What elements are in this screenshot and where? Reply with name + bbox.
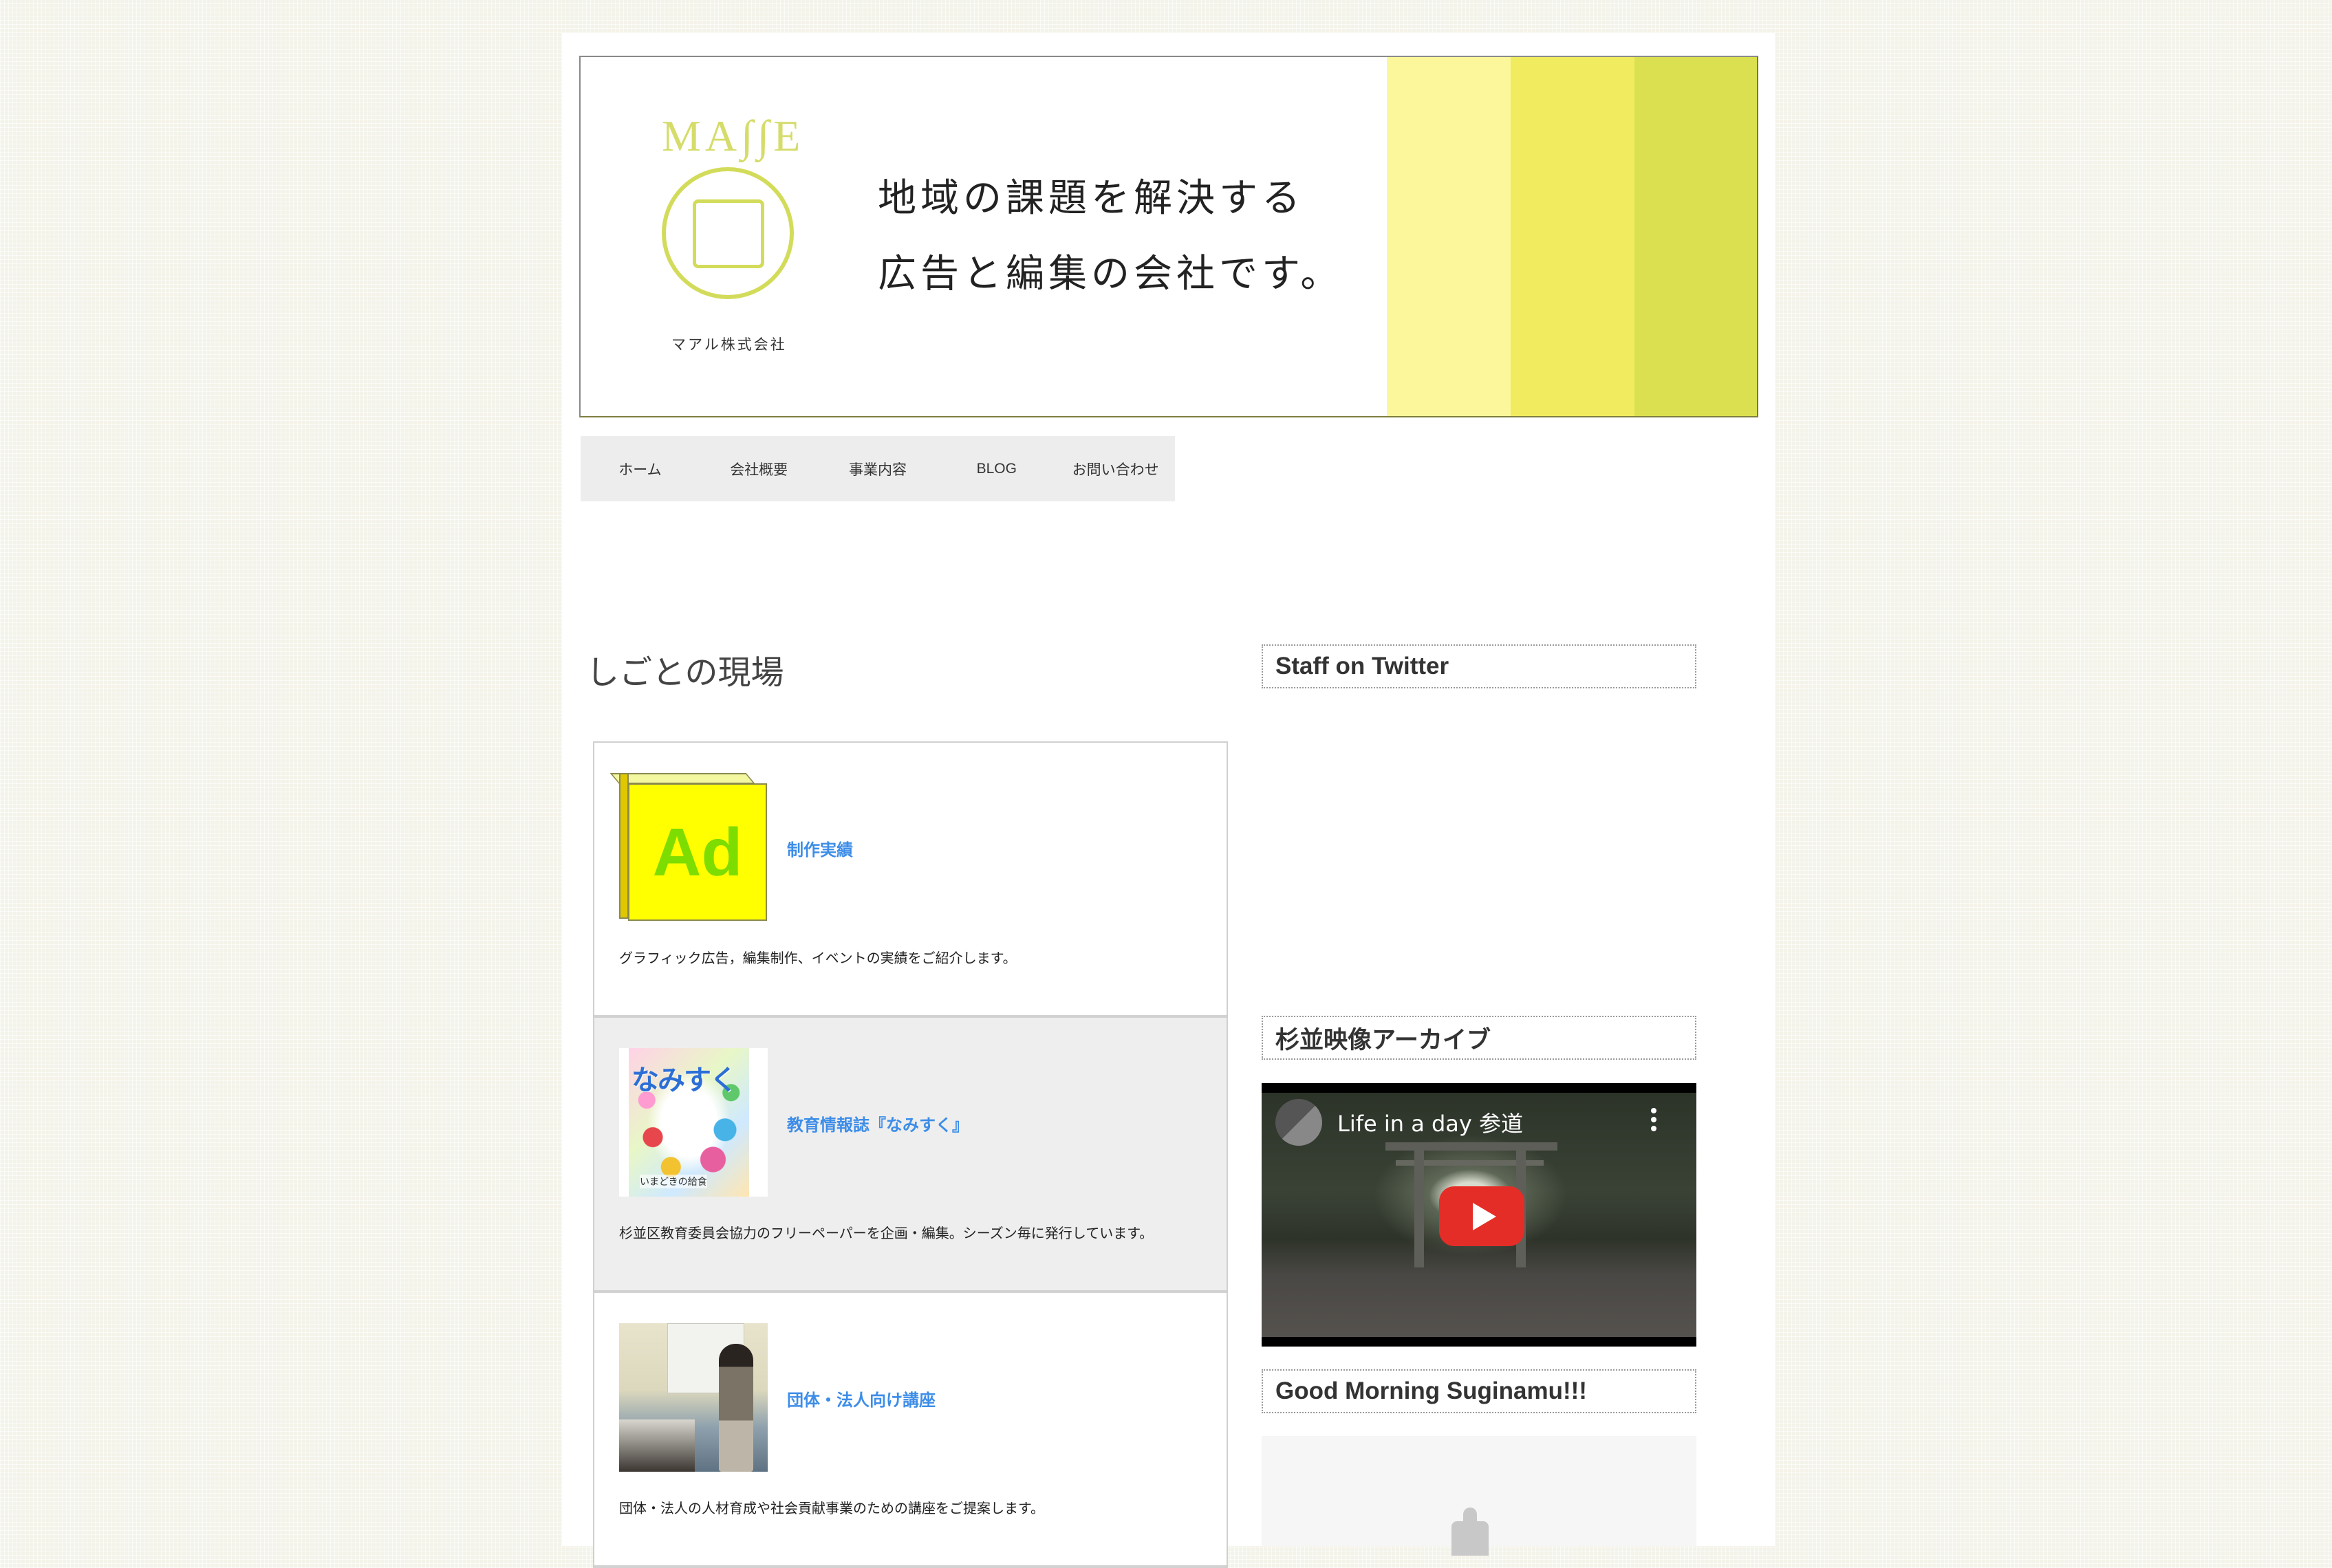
card-title-link[interactable]: 団体・法人向け講座 bbox=[787, 1386, 936, 1411]
ad-book-top bbox=[609, 773, 755, 784]
lecturer bbox=[719, 1344, 753, 1472]
ad-book-label: Ad bbox=[628, 783, 767, 921]
card-thumbnail[interactable] bbox=[619, 1323, 768, 1472]
work-card-list: Ad 制作実績 グラフィック広告，編集制作、イベントの実績をご紹介します。 なみ… bbox=[593, 741, 1228, 1568]
banner-stripe-medium bbox=[1511, 57, 1634, 416]
magazine-cover-image: なみすく いまどきの給食 bbox=[619, 1048, 768, 1197]
cover-title: なみすく bbox=[631, 1065, 737, 1096]
torii-pillar bbox=[1414, 1151, 1424, 1267]
more-options-icon[interactable] bbox=[1651, 1108, 1656, 1131]
card-title-link[interactable]: 教育情報誌『なみすく』 bbox=[787, 1111, 969, 1135]
main-nav: ホーム 会社概要 事業内容 BLOG お問い合わせ bbox=[581, 436, 1175, 501]
nav-item-blog[interactable]: BLOG bbox=[937, 436, 1056, 501]
ad-book-spine bbox=[619, 773, 629, 919]
section-title: しごとの現場 bbox=[586, 653, 784, 692]
nav-item-home[interactable]: ホーム bbox=[581, 436, 700, 501]
youtube-video-embed[interactable]: Life in a day 参道 bbox=[1262, 1083, 1696, 1347]
tagline-line-1: 地域の課題を解決する bbox=[878, 176, 1304, 221]
card-description: 杉並区教育委員会協力のフリーペーパーを企画・編集。シーズン毎に発行しています。 bbox=[619, 1226, 1154, 1241]
work-card: 団体・法人向け講座 団体・法人の人材育成や社会貢献事業のための講座をご提案します… bbox=[594, 1293, 1227, 1568]
cover-feature: いまどきの給食 bbox=[640, 1175, 707, 1188]
video-title[interactable]: Life in a day 参道 bbox=[1337, 1107, 1523, 1138]
work-card: Ad 制作実績 グラフィック広告，編集制作、イベントの実績をご紹介します。 bbox=[594, 743, 1227, 1018]
widget-title-good-morning: Good Morning Suginamu!!! bbox=[1262, 1369, 1696, 1413]
ad-book-icon: Ad bbox=[609, 773, 768, 922]
nav-item-company[interactable]: 会社概要 bbox=[700, 436, 819, 501]
logo-square-icon bbox=[693, 199, 764, 268]
desk bbox=[619, 1419, 695, 1472]
channel-avatar[interactable] bbox=[1275, 1099, 1322, 1146]
lecture-photo bbox=[619, 1323, 768, 1472]
logo-wordmark: MA∫∫E bbox=[662, 111, 805, 160]
work-card: なみすく いまどきの給食 教育情報誌『なみすく』 杉並区教育委員会協力のフリーペ… bbox=[594, 1018, 1227, 1293]
widget-title-video-archive: 杉並映像アーカイブ bbox=[1262, 1016, 1696, 1060]
play-button-icon[interactable] bbox=[1439, 1186, 1524, 1246]
torii-beam bbox=[1385, 1142, 1557, 1151]
banner-stripe-dark bbox=[1634, 57, 1757, 416]
logo-company-name: マアル株式会社 bbox=[671, 337, 787, 353]
nav-item-contact[interactable]: お問い合わせ bbox=[1056, 436, 1175, 501]
widget-title-twitter: Staff on Twitter bbox=[1262, 644, 1696, 688]
puzzle-piece-icon bbox=[1451, 1507, 1489, 1556]
banner-stripe-light bbox=[1387, 57, 1511, 416]
header-banner[interactable]: MA∫∫E マアル株式会社 地域の課題を解決する 広告と編集の会社です。 bbox=[579, 56, 1758, 417]
tagline-line-2: 広告と編集の会社です。 bbox=[878, 252, 1343, 296]
page-container: MA∫∫E マアル株式会社 地域の課題を解決する 広告と編集の会社です。 ホーム… bbox=[562, 33, 1775, 1568]
card-description: グラフィック広告，編集制作、イベントの実績をご紹介します。 bbox=[619, 951, 1017, 966]
card-thumbnail[interactable]: Ad bbox=[609, 773, 768, 922]
nav-item-services[interactable]: 事業内容 bbox=[819, 436, 938, 501]
card-description: 団体・法人の人材育成や社会貢献事業のための講座をご提案します。 bbox=[619, 1501, 1044, 1516]
card-title-link[interactable]: 制作実績 bbox=[787, 836, 853, 860]
card-thumbnail[interactable]: なみすく いまどきの給食 bbox=[619, 1048, 768, 1197]
plugin-placeholder bbox=[1262, 1436, 1696, 1556]
